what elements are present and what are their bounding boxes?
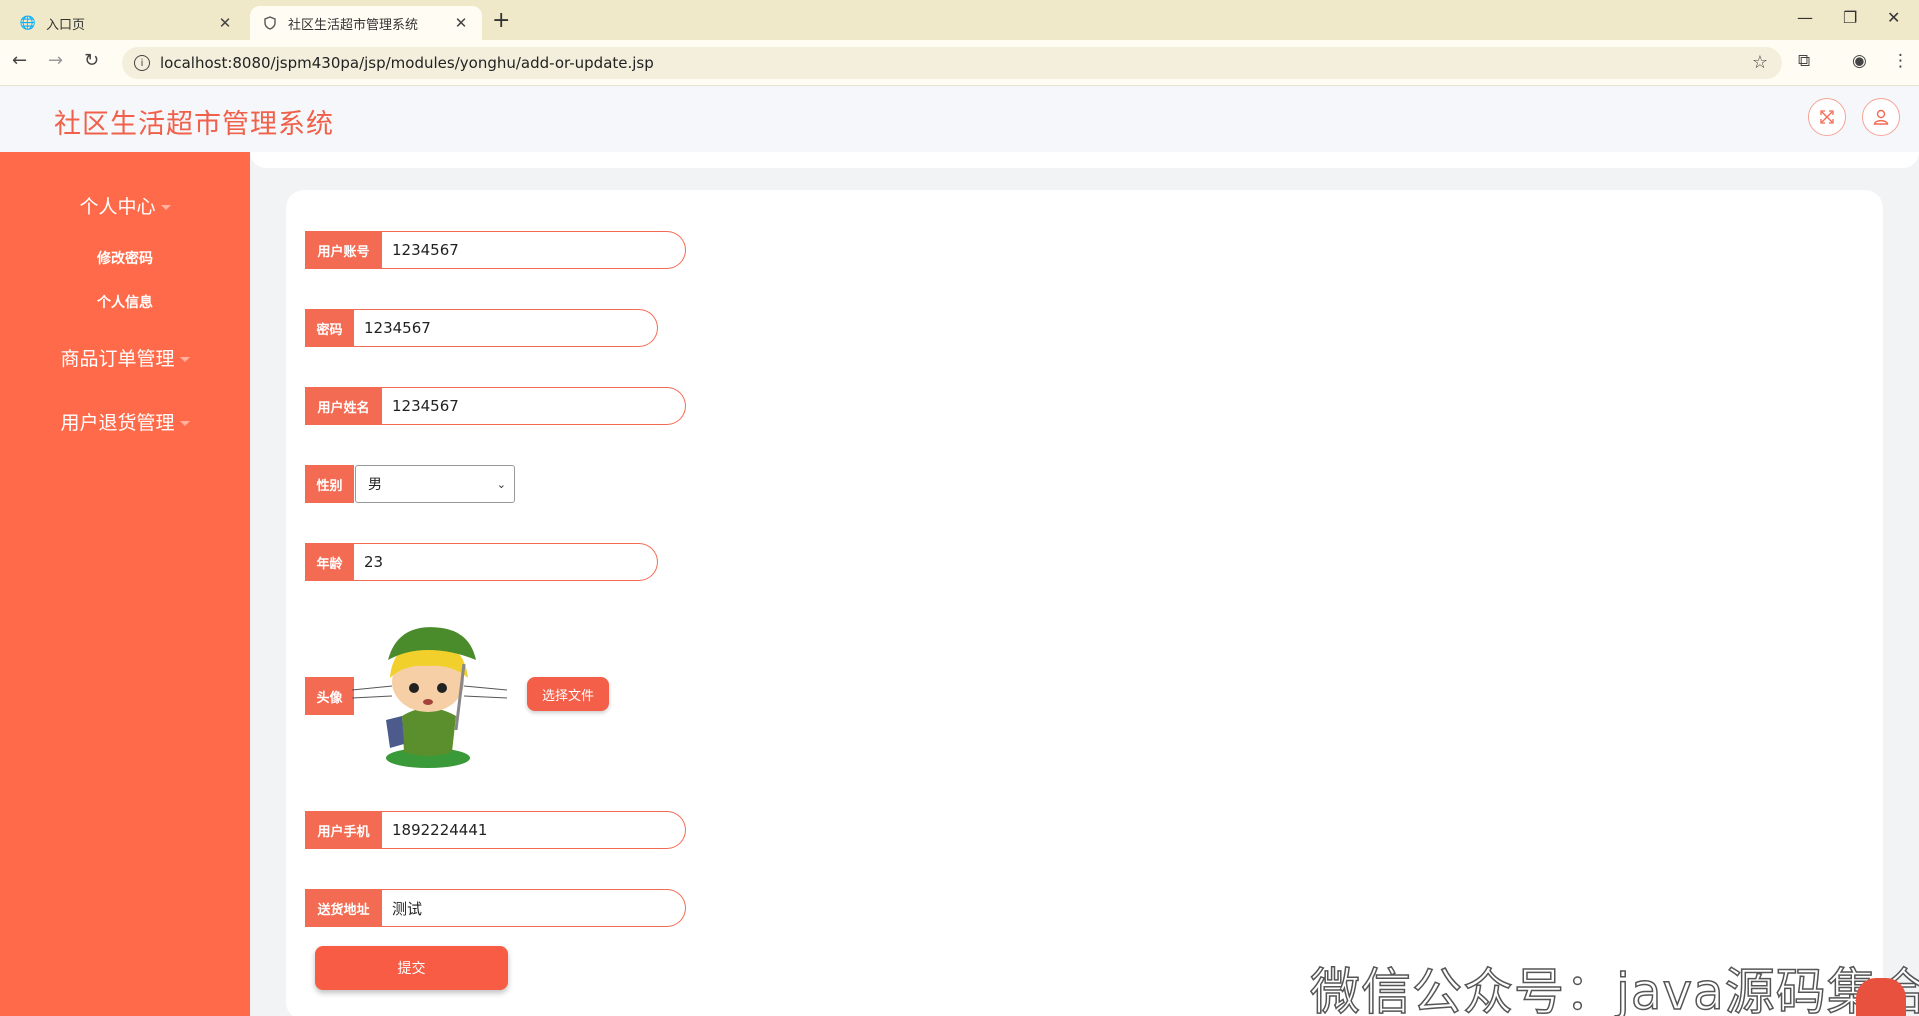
gender-selected-value: 男 (368, 477, 382, 493)
restore-icon[interactable]: ❐ (1843, 8, 1857, 27)
shield-icon (262, 15, 278, 31)
address-input[interactable]: 测试 (382, 889, 686, 927)
caret-down-icon (179, 421, 190, 426)
address-row: 送货地址 测试 (305, 889, 686, 927)
address-bar[interactable]: i localhost:8080/jspm430pa/jsp/modules/y… (122, 47, 1782, 79)
account-label: 用户账号 (305, 231, 382, 269)
browser-menu-icon[interactable]: ⋮ (1892, 51, 1909, 71)
sidebar-group-label: 商品订单管理 (60, 348, 175, 370)
avatar-row: 头像 (305, 677, 354, 715)
submit-button[interactable]: 提交 (315, 946, 508, 990)
browser-tab-active[interactable]: 社区生活超市管理系统 ✕ (250, 6, 482, 40)
app-title: 社区生活超市管理系统 (54, 109, 334, 140)
avatar-label: 头像 (305, 677, 354, 715)
bookmark-star-icon[interactable]: ☆ (1752, 52, 1768, 73)
sidebar-group-personal-center[interactable]: 个人中心 (0, 192, 250, 219)
tab-label: 社区生活超市管理系统 (288, 17, 419, 33)
profile-icon[interactable]: ◉ (1852, 51, 1867, 71)
sidebar-item-personal-info[interactable]: 个人信息 (0, 292, 250, 312)
tab-label: 入口页 (46, 17, 86, 33)
close-window-icon[interactable]: ✕ (1887, 8, 1900, 27)
fullscreen-button[interactable] (1808, 98, 1846, 136)
phone-input[interactable]: 1892224441 (382, 811, 686, 849)
user-button[interactable] (1862, 98, 1900, 136)
content-top-strip (250, 152, 1919, 168)
caret-down-icon (160, 205, 171, 210)
extension-icon[interactable]: ⧉ (1798, 51, 1810, 71)
browser-tab-bar: 🌐 入口页 ✕ 社区生活超市管理系统 ✕ + — ❐ ✕ (0, 0, 1919, 40)
sidebar-item-change-password[interactable]: 修改密码 (0, 248, 250, 268)
back-icon[interactable]: ← (12, 50, 27, 71)
gender-select[interactable]: 男 ⌄ (355, 465, 515, 503)
name-row: 用户姓名 1234567 (305, 387, 686, 425)
password-row: 密码 1234567 (305, 309, 658, 347)
sidebar-group-label: 用户退货管理 (60, 412, 175, 434)
age-label: 年龄 (305, 543, 354, 581)
forward-icon[interactable]: → (48, 50, 63, 71)
password-label: 密码 (305, 309, 354, 347)
url-text: localhost:8080/jspm430pa/jsp/modules/yon… (160, 54, 654, 72)
age-row: 年龄 23 (305, 543, 658, 581)
info-icon[interactable]: i (134, 55, 150, 71)
phone-label: 用户手机 (305, 811, 382, 849)
watermark-text: 微信公众号：java源码集合 (1309, 962, 1919, 1016)
browser-tab-entry[interactable]: 🌐 入口页 ✕ (8, 6, 246, 40)
gender-row: 性别 男 ⌄ (305, 465, 515, 503)
reload-icon[interactable]: ↻ (84, 50, 99, 71)
globe-icon: 🌐 (19, 15, 37, 31)
phone-row: 用户手机 1892224441 (305, 811, 686, 849)
user-icon (1873, 109, 1889, 125)
expand-icon (1820, 110, 1834, 124)
name-label: 用户姓名 (305, 387, 382, 425)
caret-down-icon (179, 357, 190, 362)
chevron-down-icon: ⌄ (496, 478, 506, 491)
choose-file-button[interactable]: 选择文件 (527, 677, 609, 711)
account-input[interactable]: 1234567 (382, 231, 686, 269)
close-tab-icon[interactable]: ✕ (216, 14, 234, 32)
sidebar (0, 152, 250, 1016)
close-tab-icon[interactable]: ✕ (452, 14, 470, 32)
address-label: 送货地址 (305, 889, 382, 927)
browser-toolbar: ← → ↻ i localhost:8080/jspm430pa/jsp/mod… (0, 40, 1919, 86)
minimize-icon[interactable]: — (1797, 8, 1813, 27)
age-input[interactable]: 23 (354, 543, 658, 581)
floating-corner-button[interactable] (1856, 978, 1906, 1016)
gender-label: 性别 (305, 465, 354, 503)
new-tab-button[interactable]: + (492, 8, 510, 33)
sidebar-group-order-management[interactable]: 商品订单管理 (0, 344, 250, 371)
sidebar-group-label: 个人中心 (79, 196, 156, 218)
avatar-image (352, 627, 508, 768)
account-row: 用户账号 1234567 (305, 231, 686, 269)
sidebar-group-return-management[interactable]: 用户退货管理 (0, 408, 250, 435)
password-input[interactable]: 1234567 (354, 309, 658, 347)
app-header: 社区生活超市管理系统 (0, 86, 1919, 152)
name-input[interactable]: 1234567 (382, 387, 686, 425)
